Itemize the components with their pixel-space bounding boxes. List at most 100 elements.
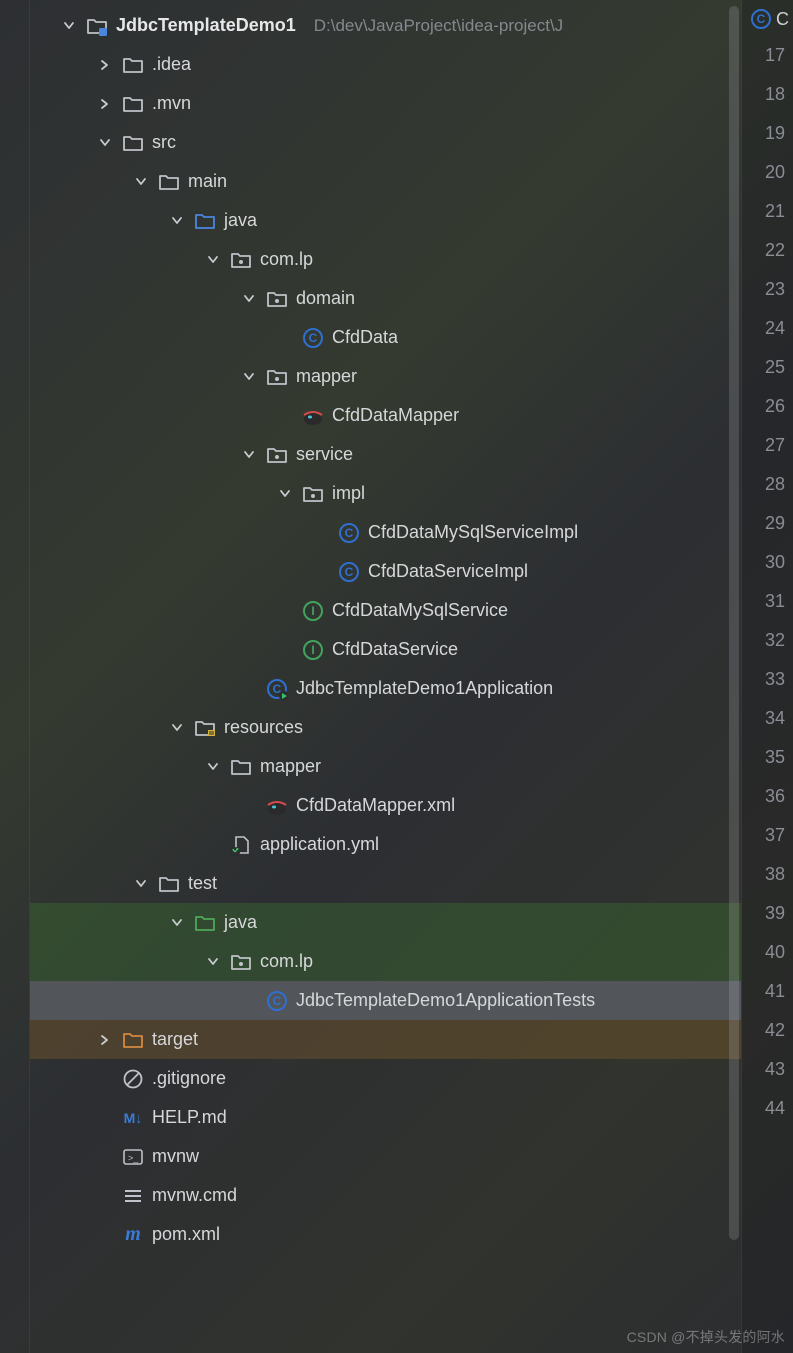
folder-excl-icon — [122, 1029, 144, 1051]
tree-item-test-pkg[interactable]: com.lp — [30, 942, 741, 981]
folder-icon — [230, 756, 252, 778]
tree-item-pkg[interactable]: com.lp — [30, 240, 741, 279]
chevron-down-icon[interactable] — [204, 758, 222, 776]
tree-item-label: CfdDataMySqlServiceImpl — [368, 522, 578, 543]
tree-item-CfdData[interactable]: CfdData — [30, 318, 741, 357]
tree-item-domain[interactable]: domain — [30, 279, 741, 318]
chevron-down-icon[interactable] — [276, 485, 294, 503]
gutter-line[interactable]: 41 — [742, 972, 793, 1011]
tree-item-applicationyml[interactable]: application.yml — [30, 825, 741, 864]
chevron-down-icon[interactable] — [168, 914, 186, 932]
tree-item-root[interactable]: JdbcTemplateDemo1D:\dev\JavaProject\idea… — [30, 6, 741, 45]
tree-item-label: CfdData — [332, 327, 398, 348]
class-c-icon — [338, 522, 360, 544]
gutter-line[interactable]: 23 — [742, 270, 793, 309]
gutter-line[interactable]: 29 — [742, 504, 793, 543]
tree-item-label: resources — [224, 717, 303, 738]
chevron-down-icon[interactable] — [132, 173, 150, 191]
tree-item-CfdDataMapper[interactable]: CfdDataMapper — [30, 396, 741, 435]
tree-item-CfdDataService[interactable]: CfdDataService — [30, 630, 741, 669]
gutter-line[interactable]: 39 — [742, 894, 793, 933]
tree-item-java[interactable]: java — [30, 201, 741, 240]
gutter-line[interactable]: 21 — [742, 192, 793, 231]
folder-res-icon — [194, 717, 216, 739]
chevron-down-icon[interactable] — [204, 953, 222, 971]
gutter-line[interactable]: 30 — [742, 543, 793, 582]
gutter-line[interactable]: 24 — [742, 309, 793, 348]
chevron-right-icon[interactable] — [96, 56, 114, 74]
chevron-down-icon[interactable] — [132, 875, 150, 893]
tree-item-JdbcTemplateDemo1ApplicationTests[interactable]: JdbcTemplateDemo1ApplicationTests — [30, 981, 741, 1020]
gutter-line[interactable]: 38 — [742, 855, 793, 894]
gutter-line[interactable]: 42 — [742, 1011, 793, 1050]
chevron-down-icon[interactable] — [240, 446, 258, 464]
tree-item-gitignore[interactable]: .gitignore — [30, 1059, 741, 1098]
gutter-line[interactable]: 34 — [742, 699, 793, 738]
tree-item-service[interactable]: service — [30, 435, 741, 474]
gutter-line[interactable]: 17 — [742, 36, 793, 75]
chevron-down-icon[interactable] — [204, 251, 222, 269]
gutter-line[interactable]: 27 — [742, 426, 793, 465]
tree-item-JdbcTemplateDemo1Application[interactable]: JdbcTemplateDemo1Application — [30, 669, 741, 708]
gutter-line[interactable]: 44 — [742, 1089, 793, 1128]
project-tree[interactable]: JdbcTemplateDemo1D:\dev\JavaProject\idea… — [30, 0, 741, 1353]
gutter-line[interactable]: 20 — [742, 153, 793, 192]
tree-item-CfdDataServiceImpl[interactable]: CfdDataServiceImpl — [30, 552, 741, 591]
chevron-down-icon[interactable] — [240, 290, 258, 308]
gutter-line[interactable]: 18 — [742, 75, 793, 114]
tree-item-label: CfdDataServiceImpl — [368, 561, 528, 582]
tree-item-CfdDataMySqlServiceImpl[interactable]: CfdDataMySqlServiceImpl — [30, 513, 741, 552]
tree-item-src[interactable]: src — [30, 123, 741, 162]
tree-item-label: .gitignore — [152, 1068, 226, 1089]
tree-item-mapper[interactable]: mapper — [30, 357, 741, 396]
tree-item-idea[interactable]: .idea — [30, 45, 741, 84]
tree-item-label: JdbcTemplateDemo1ApplicationTests — [296, 990, 595, 1011]
gutter-line[interactable]: 22 — [742, 231, 793, 270]
tree-item-mvnwcmd[interactable]: mvnw.cmd — [30, 1176, 741, 1215]
chevron-down-icon[interactable] — [168, 719, 186, 737]
gutter-line[interactable]: 33 — [742, 660, 793, 699]
gutter-line[interactable]: 35 — [742, 738, 793, 777]
tree-item-label: main — [188, 171, 227, 192]
gutter-line[interactable]: 19 — [742, 114, 793, 153]
gutter-line[interactable]: 25 — [742, 348, 793, 387]
tree-item-CfdDataMySqlService[interactable]: CfdDataMySqlService — [30, 591, 741, 630]
tool-window-stripe[interactable] — [0, 0, 30, 1353]
tree-item-impl[interactable]: impl — [30, 474, 741, 513]
chevron-down-icon[interactable] — [168, 212, 186, 230]
tree-item-target[interactable]: target — [30, 1020, 741, 1059]
tree-item-label: CfdDataMapper.xml — [296, 795, 455, 816]
folder-icon — [122, 54, 144, 76]
gutter-line[interactable]: 32 — [742, 621, 793, 660]
class-c-icon — [302, 327, 324, 349]
tree-item-help[interactable]: M↓HELP.md — [30, 1098, 741, 1137]
chevron-right-icon[interactable] — [96, 1031, 114, 1049]
gutter-line[interactable]: 31 — [742, 582, 793, 621]
tree-item-resources[interactable]: resources — [30, 708, 741, 747]
tree-item-main[interactable]: main — [30, 162, 741, 201]
gutter-line[interactable]: 40 — [742, 933, 793, 972]
tree-item-test[interactable]: test — [30, 864, 741, 903]
tree-item-res-mapper[interactable]: mapper — [30, 747, 741, 786]
chevron-right-icon[interactable] — [96, 95, 114, 113]
yml-icon — [230, 834, 252, 856]
gutter-line[interactable]: 37 — [742, 816, 793, 855]
tree-item-mvnw[interactable]: >_mvnw — [30, 1137, 741, 1176]
gutter-line[interactable]: 28 — [742, 465, 793, 504]
gutter-line[interactable]: 36 — [742, 777, 793, 816]
gutter-line[interactable]: 43 — [742, 1050, 793, 1089]
folder-icon — [158, 171, 180, 193]
project-path: D:\dev\JavaProject\idea-project\J — [314, 16, 563, 36]
tree-item-test-java[interactable]: java — [30, 903, 741, 942]
gutter-line[interactable]: 26 — [742, 387, 793, 426]
tree-item-CfdDataMapperXml[interactable]: CfdDataMapper.xml — [30, 786, 741, 825]
chevron-down-icon[interactable] — [240, 368, 258, 386]
tree-item-mvn[interactable]: .mvn — [30, 84, 741, 123]
chevron-down-icon[interactable] — [60, 17, 78, 35]
chevron-down-icon[interactable] — [96, 134, 114, 152]
tree-item-label: HELP.md — [152, 1107, 227, 1128]
tree-item-label: impl — [332, 483, 365, 504]
tree-item-pom[interactable]: mpom.xml — [30, 1215, 741, 1254]
tree-item-label: mvnw — [152, 1146, 199, 1167]
folder-test-icon — [194, 912, 216, 934]
